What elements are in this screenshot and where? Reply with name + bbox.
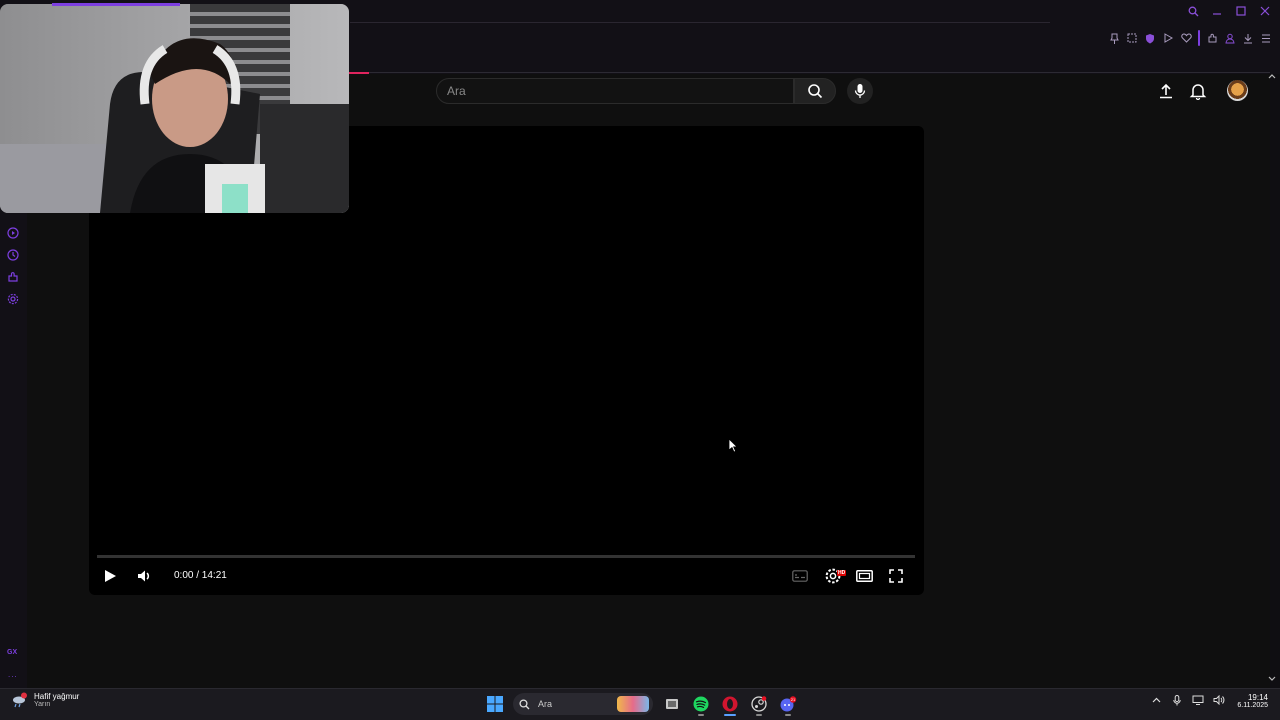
download-icon[interactable] xyxy=(1242,30,1254,46)
theater-mode-button[interactable] xyxy=(856,570,873,582)
upload-icon xyxy=(1160,83,1172,99)
avatar[interactable] xyxy=(1227,80,1248,101)
scroll-down-arrow[interactable] xyxy=(1268,676,1278,686)
weather-subtitle: Yarın xyxy=(34,701,51,708)
clock-date: 6.11.2025 xyxy=(1237,702,1268,709)
voice-search-button[interactable] xyxy=(847,78,873,104)
taskbar-search-label: Ara xyxy=(538,699,553,709)
chevron-up-icon[interactable] xyxy=(1150,694,1162,706)
opera-gx-app[interactable] xyxy=(715,692,744,716)
more-icon[interactable]: ... xyxy=(8,670,18,679)
running-indicator xyxy=(723,714,736,716)
notifications-button[interactable] xyxy=(1189,82,1207,100)
microphone-icon[interactable] xyxy=(1171,694,1183,706)
extensions-icon[interactable] xyxy=(7,271,20,284)
running-indicator xyxy=(784,714,791,716)
webcam-overlay xyxy=(0,4,349,213)
running-indicator xyxy=(755,714,762,716)
gx-label[interactable]: GX xyxy=(7,649,17,656)
menu-icon[interactable] xyxy=(1260,30,1272,46)
windows-start-icon xyxy=(486,696,503,712)
clock-time: 19:14 xyxy=(1247,693,1268,702)
search-icon xyxy=(519,698,530,709)
search-input[interactable]: Ara xyxy=(436,78,794,104)
snapshot-icon[interactable] xyxy=(1126,30,1138,46)
microphone-icon xyxy=(854,84,866,98)
network-icon[interactable] xyxy=(1192,694,1204,706)
shield-icon[interactable] xyxy=(1144,30,1156,46)
toolbar-separator xyxy=(1198,30,1200,46)
fullscreen-icon xyxy=(889,569,903,583)
steam-app[interactable] xyxy=(744,692,773,716)
profile-icon[interactable] xyxy=(1224,30,1236,46)
task-view-button[interactable] xyxy=(657,692,686,716)
taskbar-search[interactable]: Ara xyxy=(513,693,653,715)
opera-gx-icon xyxy=(722,696,737,712)
upload-button[interactable] xyxy=(1157,82,1175,100)
window-controls xyxy=(1186,4,1272,18)
history-icon[interactable] xyxy=(7,249,20,262)
task-view-icon xyxy=(665,699,678,709)
steam-icon xyxy=(750,696,767,712)
maximize-icon[interactable] xyxy=(1234,4,1248,18)
search-icon[interactable] xyxy=(1186,4,1200,18)
volume-icon[interactable] xyxy=(1213,694,1225,706)
webcam-image xyxy=(0,4,349,213)
play-icon xyxy=(105,570,116,582)
pin-icon[interactable] xyxy=(1108,30,1120,46)
spotify-app[interactable] xyxy=(686,692,715,716)
clock[interactable]: 19:14 6.11.2025 xyxy=(1228,693,1268,709)
browser-toolbar xyxy=(1108,30,1272,46)
minimize-icon[interactable] xyxy=(1210,4,1224,18)
search-highlight-image xyxy=(617,696,649,712)
theater-icon xyxy=(856,570,873,582)
mute-button[interactable] xyxy=(136,568,152,584)
settings-icon[interactable] xyxy=(7,293,20,306)
close-icon[interactable] xyxy=(1258,4,1272,18)
search-button[interactable] xyxy=(794,78,836,104)
bell-icon xyxy=(1189,84,1207,100)
rain-cloud-icon xyxy=(12,692,28,708)
player-icon[interactable] xyxy=(7,227,20,240)
discord-badge: 21 xyxy=(790,697,795,702)
discord-icon: 21 xyxy=(780,696,796,712)
subtitles-button[interactable] xyxy=(792,570,808,582)
running-indicator xyxy=(697,714,704,716)
mouse-cursor xyxy=(728,438,738,453)
fullscreen-button[interactable] xyxy=(889,569,903,583)
weather-widget[interactable]: Hafif yağmur Yarın xyxy=(12,692,79,708)
webcam-accent-bar xyxy=(52,3,180,6)
taskbar-apps: Ara 21 xyxy=(480,692,802,716)
tab-strip-divider xyxy=(350,22,1050,23)
system-tray xyxy=(1150,694,1225,706)
heart-icon[interactable] xyxy=(1180,30,1192,46)
extensions-icon[interactable] xyxy=(1206,30,1218,46)
hd-badge: HD xyxy=(837,570,847,576)
subtitles-icon xyxy=(792,570,808,582)
weather-title: Hafif yağmur xyxy=(34,692,80,701)
windows-start-button[interactable] xyxy=(480,692,509,716)
time-display: 0:00 / 14:21 xyxy=(174,570,227,581)
progress-bar[interactable] xyxy=(97,555,915,558)
scroll-up-arrow[interactable] xyxy=(1268,73,1278,83)
play-icon[interactable] xyxy=(1162,30,1174,46)
volume-icon xyxy=(138,570,150,582)
discord-app[interactable]: 21 xyxy=(773,692,802,716)
play-button[interactable] xyxy=(102,568,120,584)
search-icon xyxy=(808,84,823,99)
spotify-icon xyxy=(693,696,708,712)
